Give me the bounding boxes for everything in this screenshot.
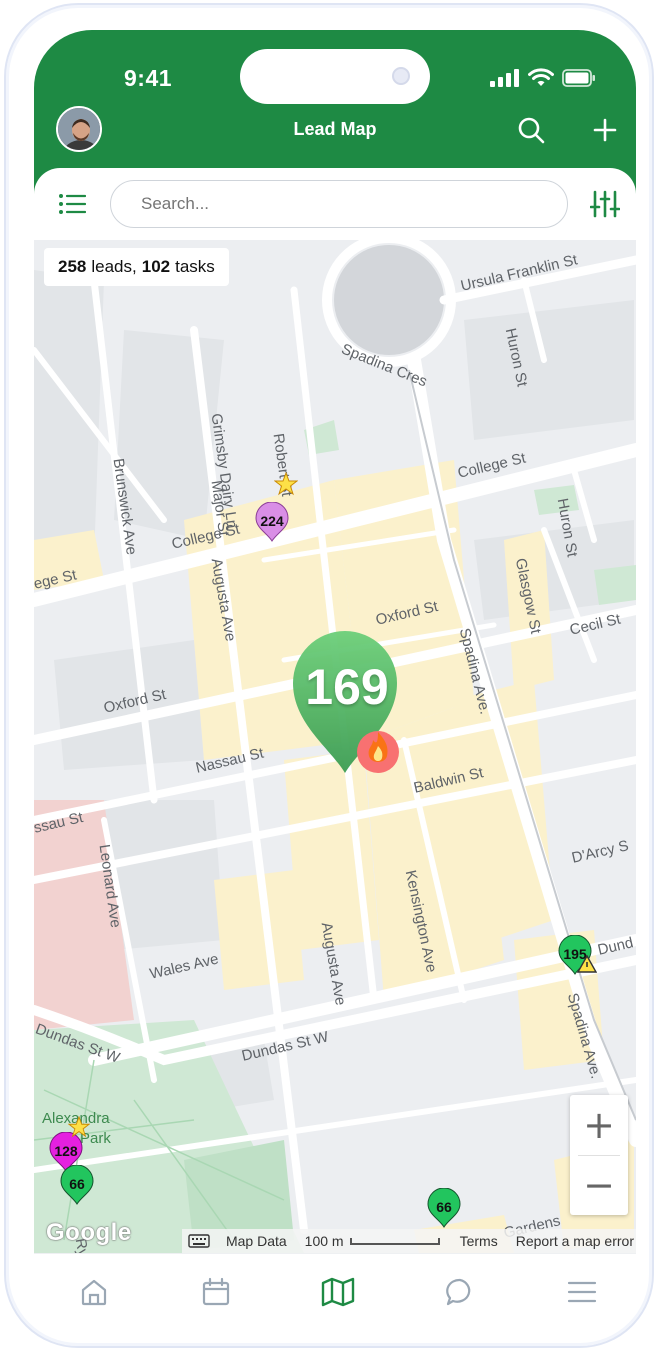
- attribution-bar: Map Data 100 m Terms Report a map error: [181, 1229, 636, 1253]
- keyboard-icon[interactable]: [188, 1234, 210, 1248]
- zoom-in-button[interactable]: +: [570, 1095, 628, 1155]
- sliders-icon: [590, 190, 620, 218]
- status-icons: [490, 68, 596, 88]
- top-navigation: Lead Map: [34, 105, 636, 155]
- lead-pin-66[interactable]: 66: [59, 1164, 95, 1205]
- home-icon: [81, 1279, 107, 1306]
- tasks-count: 102: [141, 257, 171, 276]
- terms-link[interactable]: Terms: [460, 1233, 498, 1249]
- google-logo: Google: [46, 1219, 132, 1246]
- dynamic-island: [240, 49, 430, 104]
- tab-calendar[interactable]: [196, 1272, 236, 1312]
- plus-icon: [593, 118, 617, 142]
- pin-count: 66: [436, 1199, 452, 1215]
- warning-icon: [577, 955, 597, 973]
- calendar-icon: [202, 1277, 230, 1306]
- pin-count: 128: [54, 1143, 78, 1159]
- menu-icon: [567, 1281, 597, 1303]
- pin-count: 224: [260, 513, 284, 529]
- tab-messages[interactable]: [440, 1272, 480, 1312]
- leads-label: leads,: [91, 257, 137, 276]
- map-data-link[interactable]: Map Data: [226, 1233, 287, 1249]
- scale-label: 100 m: [304, 1233, 344, 1249]
- tab-map[interactable]: [318, 1272, 358, 1312]
- leads-tasks-summary: 258 leads, 102 tasks: [44, 248, 229, 286]
- tab-menu[interactable]: [562, 1272, 602, 1312]
- chat-icon: [446, 1278, 471, 1306]
- zoom-out-button[interactable]: −: [570, 1155, 628, 1215]
- cellular-signal-icon: [490, 69, 519, 87]
- search-icon: [518, 117, 545, 144]
- star-icon: [274, 472, 298, 496]
- tab-home[interactable]: [74, 1272, 114, 1312]
- zoom-controls: + −: [570, 1095, 628, 1215]
- battery-icon: [562, 69, 595, 87]
- list-view-button[interactable]: [56, 188, 88, 220]
- bottom-tab-bar: [34, 1253, 636, 1331]
- scale-bar: [349, 1237, 440, 1245]
- tasks-label: tasks: [175, 257, 215, 276]
- search-input[interactable]: [110, 180, 568, 228]
- search-button[interactable]: [514, 113, 548, 147]
- filter-button[interactable]: [589, 188, 621, 220]
- lead-pin-224[interactable]: 224: [254, 501, 290, 542]
- star-icon: [68, 1116, 90, 1138]
- app-screen: 9:41 Lead Map Search... Ursula Franklin …: [34, 30, 636, 1331]
- map-icon: [321, 1277, 355, 1307]
- flame-icon: [357, 731, 399, 773]
- phone-frame: 9:41 Lead Map Search... Ursula Franklin …: [4, 3, 654, 1348]
- lead-map[interactable]: Ursula Franklin St Huron St Spadina Cres…: [34, 240, 636, 1253]
- add-button[interactable]: [588, 113, 622, 147]
- map-attribution: Google Map Data 100 m Terms Report a map…: [34, 1219, 636, 1253]
- leads-count: 258: [58, 257, 87, 276]
- wifi-icon: [528, 68, 554, 86]
- lead-pin-66[interactable]: 66: [426, 1187, 462, 1228]
- status-time: 9:41: [124, 65, 173, 91]
- report-map-error-link[interactable]: Report a map error: [516, 1233, 634, 1249]
- camera-icon: [392, 67, 410, 85]
- list-icon: [59, 194, 86, 214]
- search-toolbar: [34, 168, 636, 240]
- pin-count: 66: [69, 1176, 85, 1192]
- cluster-count: 169: [305, 659, 389, 715]
